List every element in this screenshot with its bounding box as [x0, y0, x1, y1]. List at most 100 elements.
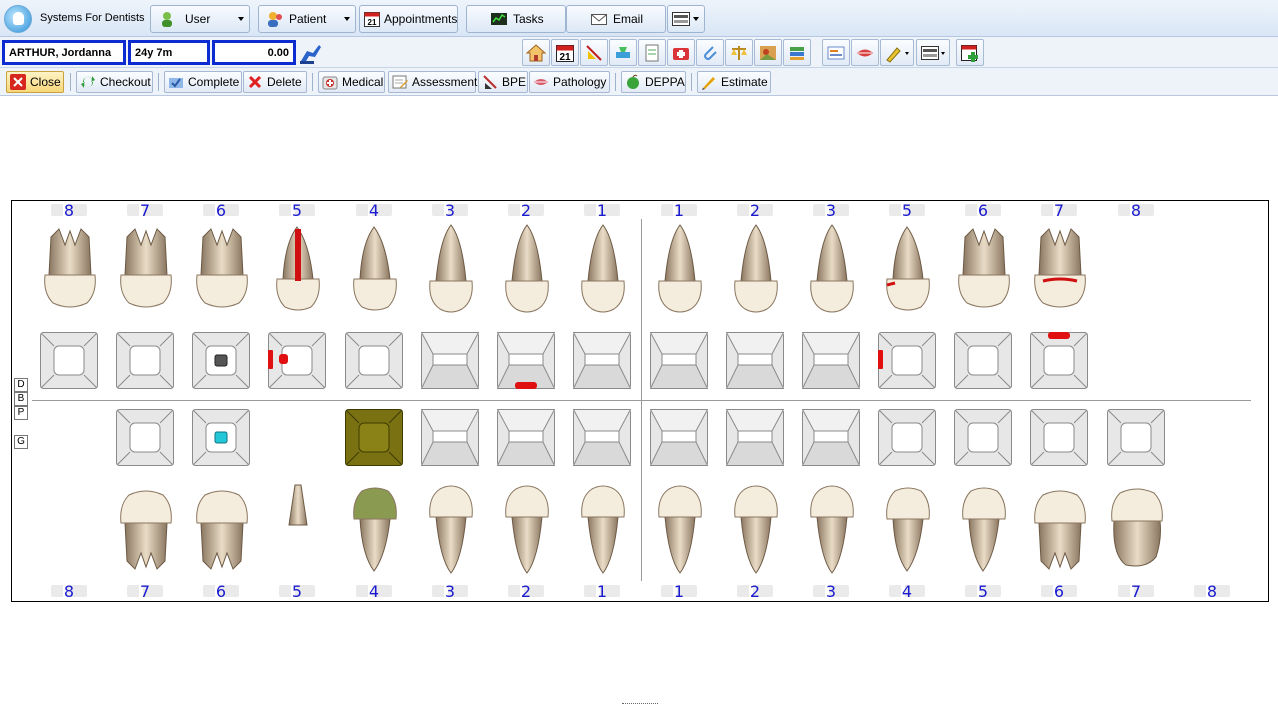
upper-surface-box[interactable] [420, 332, 480, 389]
lower-surface-box[interactable] [954, 409, 1012, 466]
upper-surface-box[interactable] [1030, 332, 1088, 389]
upper-tooth-number[interactable]: 3 [801, 201, 861, 220]
upper-surface-box[interactable] [878, 332, 936, 389]
lower-surface-box[interactable] [649, 409, 709, 466]
lower-surface-box[interactable] [725, 409, 785, 466]
upper-surface-box[interactable] [954, 332, 1012, 389]
notes-icon[interactable] [638, 39, 666, 66]
lower-tooth-number[interactable]: 8 [1182, 582, 1242, 601]
lower-tooth[interactable] [267, 479, 329, 575]
lower-tooth[interactable] [191, 479, 253, 575]
lower-tooth-number[interactable]: 5 [953, 582, 1013, 601]
lower-tooth[interactable] [115, 479, 177, 575]
deppa-button[interactable]: DEPPA [621, 71, 686, 93]
upper-tooth[interactable] [953, 223, 1015, 319]
bpe-button[interactable]: BPE [478, 71, 528, 93]
upper-tooth[interactable] [725, 223, 787, 319]
surface-g-button[interactable]: G [14, 435, 28, 449]
estimate-button[interactable]: Estimate [697, 71, 771, 93]
upper-surface-box[interactable] [116, 332, 174, 389]
lower-tooth[interactable] [649, 479, 711, 575]
upper-surface-box[interactable] [649, 332, 709, 389]
attachment-icon[interactable] [696, 39, 724, 66]
lower-tooth[interactable] [953, 479, 1015, 575]
upper-tooth-number[interactable]: 6 [191, 201, 251, 220]
calendar-icon[interactable]: 21 [551, 39, 579, 66]
upper-tooth-number[interactable]: 1 [572, 201, 632, 220]
upper-tooth[interactable] [1029, 223, 1091, 319]
upper-surface-box[interactable] [192, 332, 250, 389]
lower-tooth[interactable] [1029, 479, 1091, 575]
lower-tooth[interactable] [572, 479, 634, 575]
lower-tooth-number[interactable]: 2 [725, 582, 785, 601]
lower-surface-box[interactable] [1030, 409, 1088, 466]
lower-tooth[interactable] [496, 479, 558, 575]
first-aid-icon[interactable] [667, 39, 695, 66]
lower-surface-box[interactable] [801, 409, 861, 466]
surface-p-button[interactable]: P [14, 406, 28, 420]
xray-tool-icon[interactable] [580, 39, 608, 66]
upper-tooth-number[interactable]: 3 [420, 201, 480, 220]
lower-surface-box[interactable] [1107, 409, 1165, 466]
lower-tooth-number[interactable]: 7 [1106, 582, 1166, 601]
lower-tooth-number[interactable]: 6 [191, 582, 251, 601]
lower-surface-box[interactable] [116, 409, 174, 466]
lower-tooth-number[interactable]: 1 [649, 582, 709, 601]
lower-tooth[interactable] [420, 479, 482, 575]
upper-tooth-number[interactable]: 5 [877, 201, 937, 220]
patient-menu-button[interactable]: Patient [258, 5, 356, 33]
upper-tooth-number[interactable]: 8 [1106, 201, 1166, 220]
surface-b-button[interactable]: B [14, 392, 28, 406]
upper-tooth[interactable] [572, 223, 634, 319]
upper-surface-box[interactable] [268, 332, 326, 389]
upper-tooth-number[interactable]: 6 [953, 201, 1013, 220]
scales-icon[interactable] [725, 39, 753, 66]
email-button[interactable]: Email [566, 5, 666, 33]
lower-tooth-number[interactable]: 3 [420, 582, 480, 601]
upper-surface-box[interactable] [725, 332, 785, 389]
window-layout-icon[interactable] [916, 39, 950, 66]
assessment-button[interactable]: Assessment [388, 71, 477, 93]
lower-tooth-number[interactable]: 3 [801, 582, 861, 601]
lower-tooth-number[interactable]: 2 [496, 582, 556, 601]
lower-tooth[interactable] [877, 479, 939, 575]
upper-tooth[interactable] [420, 223, 482, 319]
resize-grip[interactable] [622, 703, 658, 706]
upper-tooth-number[interactable]: 2 [496, 201, 556, 220]
new-appointment-icon[interactable] [956, 39, 984, 66]
medical-button[interactable]: Medical [318, 71, 385, 93]
upper-surface-box[interactable] [572, 332, 632, 389]
photo-icon[interactable] [754, 39, 782, 66]
lips-icon[interactable] [851, 39, 879, 66]
pathology-button[interactable]: Pathology [529, 71, 610, 93]
upper-tooth-number[interactable]: 2 [725, 201, 785, 220]
lower-surface-box[interactable] [192, 409, 250, 466]
upper-tooth-number[interactable]: 7 [1029, 201, 1089, 220]
upper-tooth[interactable] [191, 223, 253, 319]
lower-surface-box[interactable] [345, 409, 403, 466]
upper-tooth[interactable] [115, 223, 177, 319]
upper-surface-box[interactable] [40, 332, 98, 389]
upper-tooth[interactable] [496, 223, 558, 319]
lower-tooth-number[interactable]: 5 [267, 582, 327, 601]
tasks-button[interactable]: Tasks [466, 5, 566, 33]
pencil-menu-icon[interactable] [880, 39, 914, 66]
upper-tooth[interactable] [39, 223, 101, 319]
surface-d-button[interactable]: D [14, 378, 28, 392]
appointments-button[interactable]: 21 Appointments [359, 5, 458, 33]
lower-tooth-number[interactable]: 6 [1029, 582, 1089, 601]
upper-surface-box[interactable] [345, 332, 403, 389]
upper-tooth[interactable] [801, 223, 863, 319]
upper-tooth-number[interactable]: 4 [344, 201, 404, 220]
checkout-button[interactable]: Checkout [76, 71, 153, 93]
complete-button[interactable]: Complete [164, 71, 242, 93]
upper-tooth-number[interactable]: 7 [115, 201, 175, 220]
lower-surface-box[interactable] [420, 409, 480, 466]
card-icon[interactable] [822, 39, 850, 66]
lower-tooth[interactable] [801, 479, 863, 575]
upper-tooth[interactable] [344, 223, 406, 319]
layout-menu-button[interactable] [667, 5, 705, 33]
scaler-icon[interactable] [609, 39, 637, 66]
lower-surface-box[interactable] [496, 409, 556, 466]
upper-tooth-number[interactable]: 1 [649, 201, 709, 220]
